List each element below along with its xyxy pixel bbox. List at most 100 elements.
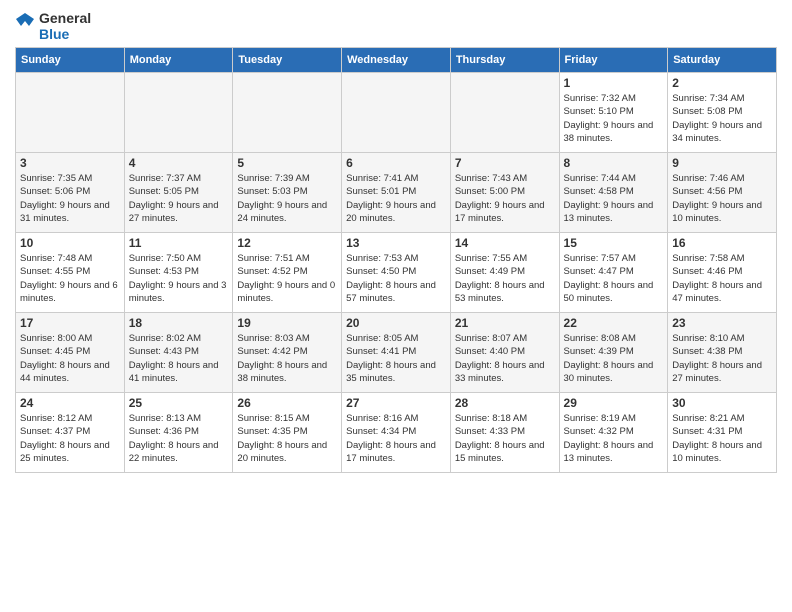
weekday-header-friday: Friday xyxy=(559,48,668,73)
day-info: Sunrise: 8:19 AM Sunset: 4:32 PM Dayligh… xyxy=(564,412,664,465)
day-info: Sunrise: 7:58 AM Sunset: 4:46 PM Dayligh… xyxy=(672,252,772,305)
day-number: 18 xyxy=(129,316,229,330)
day-number: 15 xyxy=(564,236,664,250)
calendar-cell-4-7: 23 Sunrise: 8:10 AM Sunset: 4:38 PM Dayli… xyxy=(668,313,777,393)
day-info: Sunrise: 8:21 AM Sunset: 4:31 PM Dayligh… xyxy=(672,412,772,465)
day-number: 16 xyxy=(672,236,772,250)
calendar-cell-5-5: 28Sunrise: 8:18 AM Sunset: 4:33 PM Dayli… xyxy=(450,393,559,473)
calendar-cell-2-6: 8 Sunrise: 7:44 AM Sunset: 4:58 PM Daylig… xyxy=(559,153,668,233)
calendar-cell-4-3: 19 Sunrise: 8:03 AM Sunset: 4:42 PM Dayli… xyxy=(233,313,342,393)
calendar-cell-3-5: 14Sunrise: 7:55 AM Sunset: 4:49 PM Dayli… xyxy=(450,233,559,313)
day-number: 1 xyxy=(564,76,664,90)
calendar-cell-1-1 xyxy=(16,73,125,153)
day-info: Sunrise: 7:50 AM Sunset: 4:53 PM Dayligh… xyxy=(129,252,229,305)
calendar-cell-1-2 xyxy=(124,73,233,153)
weekday-header-tuesday: Tuesday xyxy=(233,48,342,73)
calendar-cell-5-4: 27 Sunrise: 8:16 AM Sunset: 4:34 PM Dayli… xyxy=(342,393,451,473)
calendar-cell-2-7: 9Sunrise: 7:46 AM Sunset: 4:56 PM Daylig… xyxy=(668,153,777,233)
day-number: 26 xyxy=(237,396,337,410)
day-number: 11 xyxy=(129,236,229,250)
logo-container: General Blue xyxy=(15,10,91,42)
logo-blue: Blue xyxy=(39,26,91,42)
day-number: 9 xyxy=(672,156,772,170)
day-info: Sunrise: 7:39 AM Sunset: 5:03 PM Dayligh… xyxy=(237,172,337,225)
calendar-cell-2-1: 3 Sunrise: 7:35 AM Sunset: 5:06 PM Daylig… xyxy=(16,153,125,233)
calendar-cell-5-1: 24 Sunrise: 8:12 AM Sunset: 4:37 PM Dayli… xyxy=(16,393,125,473)
page: General Blue SundayMondayTuesdayWednesda… xyxy=(0,0,792,483)
day-info: Sunrise: 7:48 AM Sunset: 4:55 PM Dayligh… xyxy=(20,252,120,305)
day-number: 14 xyxy=(455,236,555,250)
calendar-cell-3-1: 10 Sunrise: 7:48 AM Sunset: 4:55 PM Dayli… xyxy=(16,233,125,313)
calendar-cell-2-4: 6 Sunrise: 7:41 AM Sunset: 5:01 PM Daylig… xyxy=(342,153,451,233)
weekday-header-sunday: Sunday xyxy=(16,48,125,73)
logo: General Blue xyxy=(15,10,91,42)
calendar-cell-1-3 xyxy=(233,73,342,153)
day-info: Sunrise: 8:10 AM Sunset: 4:38 PM Dayligh… xyxy=(672,332,772,385)
day-number: 24 xyxy=(20,396,120,410)
day-info: Sunrise: 7:44 AM Sunset: 4:58 PM Dayligh… xyxy=(564,172,664,225)
calendar-cell-4-5: 21 Sunrise: 8:07 AM Sunset: 4:40 PM Dayli… xyxy=(450,313,559,393)
week-row-3: 10 Sunrise: 7:48 AM Sunset: 4:55 PM Dayli… xyxy=(16,233,777,313)
calendar-cell-3-3: 12 Sunrise: 7:51 AM Sunset: 4:52 PM Dayli… xyxy=(233,233,342,313)
day-number: 17 xyxy=(20,316,120,330)
weekday-header-monday: Monday xyxy=(124,48,233,73)
day-number: 29 xyxy=(564,396,664,410)
logo-text: General Blue xyxy=(39,10,91,42)
day-number: 13 xyxy=(346,236,446,250)
day-info: Sunrise: 7:32 AM Sunset: 5:10 PM Dayligh… xyxy=(564,92,664,145)
day-info: Sunrise: 8:03 AM Sunset: 4:42 PM Dayligh… xyxy=(237,332,337,385)
day-number: 21 xyxy=(455,316,555,330)
calendar-cell-1-4 xyxy=(342,73,451,153)
logo-general: General xyxy=(39,10,91,26)
calendar-cell-5-7: 30 Sunrise: 8:21 AM Sunset: 4:31 PM Dayli… xyxy=(668,393,777,473)
day-number: 27 xyxy=(346,396,446,410)
day-number: 10 xyxy=(20,236,120,250)
calendar-cell-4-4: 20 Sunrise: 8:05 AM Sunset: 4:41 PM Dayli… xyxy=(342,313,451,393)
weekday-header-row: SundayMondayTuesdayWednesdayThursdayFrid… xyxy=(16,48,777,73)
calendar-cell-1-7: 2Sunrise: 7:34 AM Sunset: 5:08 PM Daylig… xyxy=(668,73,777,153)
calendar-cell-3-4: 13 Sunrise: 7:53 AM Sunset: 4:50 PM Dayli… xyxy=(342,233,451,313)
day-info: Sunrise: 7:53 AM Sunset: 4:50 PM Dayligh… xyxy=(346,252,446,305)
day-number: 19 xyxy=(237,316,337,330)
day-info: Sunrise: 8:00 AM Sunset: 4:45 PM Dayligh… xyxy=(20,332,120,385)
day-info: Sunrise: 8:16 AM Sunset: 4:34 PM Dayligh… xyxy=(346,412,446,465)
day-number: 30 xyxy=(672,396,772,410)
calendar-cell-2-5: 7 Sunrise: 7:43 AM Sunset: 5:00 PM Daylig… xyxy=(450,153,559,233)
day-info: Sunrise: 8:12 AM Sunset: 4:37 PM Dayligh… xyxy=(20,412,120,465)
calendar-cell-2-3: 5 Sunrise: 7:39 AM Sunset: 5:03 PM Daylig… xyxy=(233,153,342,233)
day-number: 7 xyxy=(455,156,555,170)
day-number: 6 xyxy=(346,156,446,170)
day-info: Sunrise: 8:07 AM Sunset: 4:40 PM Dayligh… xyxy=(455,332,555,385)
day-info: Sunrise: 7:41 AM Sunset: 5:01 PM Dayligh… xyxy=(346,172,446,225)
day-info: Sunrise: 7:34 AM Sunset: 5:08 PM Dayligh… xyxy=(672,92,772,145)
calendar-cell-5-3: 26 Sunrise: 8:15 AM Sunset: 4:35 PM Dayli… xyxy=(233,393,342,473)
day-info: Sunrise: 7:35 AM Sunset: 5:06 PM Dayligh… xyxy=(20,172,120,225)
day-info: Sunrise: 8:15 AM Sunset: 4:35 PM Dayligh… xyxy=(237,412,337,465)
calendar-cell-2-2: 4 Sunrise: 7:37 AM Sunset: 5:05 PM Daylig… xyxy=(124,153,233,233)
weekday-header-saturday: Saturday xyxy=(668,48,777,73)
day-info: Sunrise: 8:13 AM Sunset: 4:36 PM Dayligh… xyxy=(129,412,229,465)
week-row-2: 3 Sunrise: 7:35 AM Sunset: 5:06 PM Daylig… xyxy=(16,153,777,233)
calendar-cell-3-7: 16 Sunrise: 7:58 AM Sunset: 4:46 PM Dayli… xyxy=(668,233,777,313)
day-number: 4 xyxy=(129,156,229,170)
day-info: Sunrise: 7:37 AM Sunset: 5:05 PM Dayligh… xyxy=(129,172,229,225)
week-row-4: 17 Sunrise: 8:00 AM Sunset: 4:45 PM Dayli… xyxy=(16,313,777,393)
calendar-cell-4-6: 22Sunrise: 8:08 AM Sunset: 4:39 PM Dayli… xyxy=(559,313,668,393)
day-info: Sunrise: 7:51 AM Sunset: 4:52 PM Dayligh… xyxy=(237,252,337,305)
day-info: Sunrise: 7:43 AM Sunset: 5:00 PM Dayligh… xyxy=(455,172,555,225)
header: General Blue xyxy=(15,10,777,42)
day-info: Sunrise: 8:18 AM Sunset: 4:33 PM Dayligh… xyxy=(455,412,555,465)
calendar-cell-4-1: 17 Sunrise: 8:00 AM Sunset: 4:45 PM Dayli… xyxy=(16,313,125,393)
calendar-cell-3-2: 11 Sunrise: 7:50 AM Sunset: 4:53 PM Dayli… xyxy=(124,233,233,313)
day-number: 5 xyxy=(237,156,337,170)
day-number: 3 xyxy=(20,156,120,170)
day-number: 8 xyxy=(564,156,664,170)
week-row-5: 24 Sunrise: 8:12 AM Sunset: 4:37 PM Dayli… xyxy=(16,393,777,473)
day-info: Sunrise: 8:05 AM Sunset: 4:41 PM Dayligh… xyxy=(346,332,446,385)
calendar-cell-3-6: 15Sunrise: 7:57 AM Sunset: 4:47 PM Dayli… xyxy=(559,233,668,313)
day-number: 12 xyxy=(237,236,337,250)
calendar-table: SundayMondayTuesdayWednesdayThursdayFrid… xyxy=(15,47,777,473)
day-number: 23 xyxy=(672,316,772,330)
calendar-cell-4-2: 18Sunrise: 8:02 AM Sunset: 4:43 PM Dayli… xyxy=(124,313,233,393)
day-number: 20 xyxy=(346,316,446,330)
